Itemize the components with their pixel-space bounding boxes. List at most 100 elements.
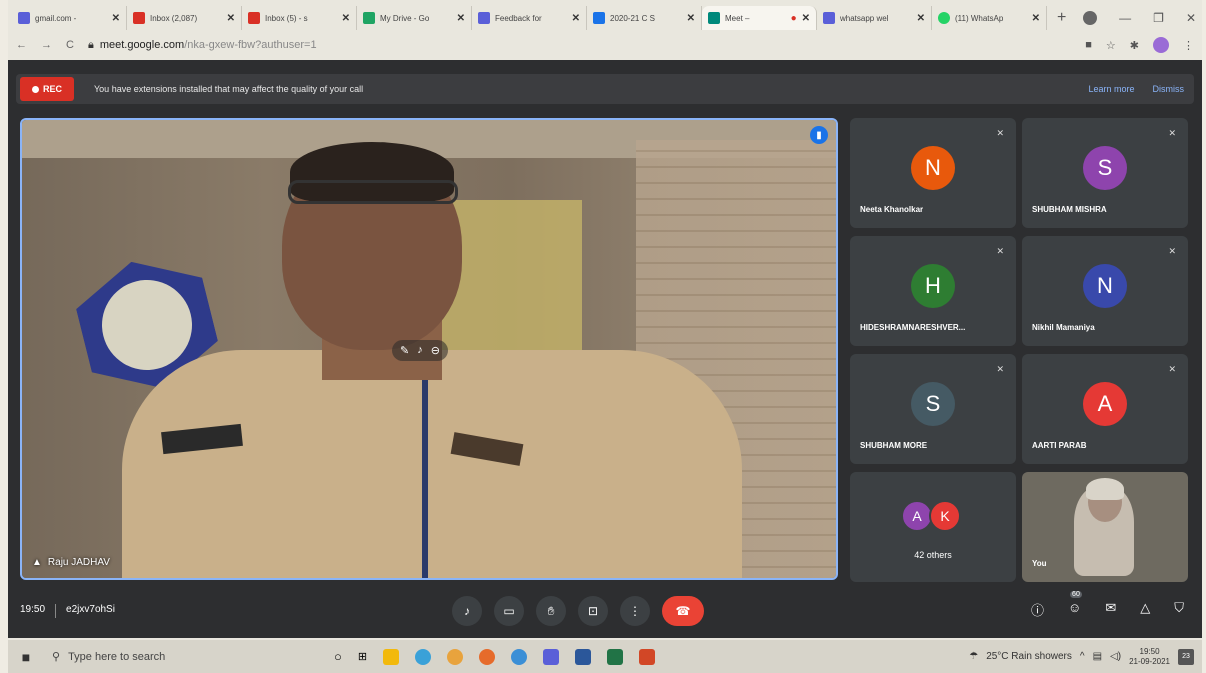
chat-icon[interactable]: ✉ — [1105, 600, 1116, 619]
raise-hand-button[interactable]: ✋︎ — [536, 596, 566, 626]
photos-icon[interactable] — [415, 648, 432, 665]
taskbar-search[interactable]: ⚲ Type here to search — [44, 644, 294, 670]
browser-tab[interactable]: 2020-21 C S ✕ — [587, 6, 702, 30]
activities-icon[interactable]: △ — [1140, 600, 1150, 619]
chrome-icon[interactable] — [447, 648, 464, 665]
browser-tab[interactable]: Inbox (5) - s ✕ — [242, 6, 357, 30]
people-icon: ☺ — [1068, 600, 1082, 615]
main-speaker-label: ▲ Raju JADHAV — [32, 557, 110, 568]
dismiss-button[interactable]: Dismiss — [1153, 84, 1185, 94]
star-icon[interactable]: ☆ — [1106, 39, 1116, 52]
close-icon[interactable]: ✕ — [112, 13, 120, 24]
present-screen-button[interactable]: ⊡ — [578, 596, 608, 626]
address-bar: ← → C 🔒︎ meet.google.com/nka-gxew-fbw?au… — [8, 32, 1202, 58]
profile-icon[interactable] — [1083, 11, 1098, 25]
others-tile[interactable]: A K 42 others — [850, 472, 1016, 582]
excel-icon[interactable] — [607, 648, 624, 665]
camera-indicator-icon[interactable]: ■ — [1085, 39, 1092, 51]
tray-chevron-icon[interactable]: ^ — [1080, 651, 1085, 662]
main-video-tile[interactable]: ✎ ♪ ⊖ ▮ ▲ Raju JADHAV — [20, 118, 838, 580]
self-video-tile[interactable]: You — [1022, 472, 1188, 582]
whatsapp-icon — [938, 12, 950, 24]
pin-icon[interactable]: ✎ — [400, 344, 409, 357]
windows-start-icon[interactable]: ■ — [8, 649, 44, 665]
url-field[interactable]: 🔒︎ meet.google.com/nka-gxew-fbw?authuser… — [88, 39, 317, 52]
extension-warning-banner: REC You have extensions installed that m… — [16, 74, 1194, 104]
browser-tab-active[interactable]: Meet – ● ✕ — [702, 6, 817, 30]
mic-icon[interactable]: ♪ — [417, 344, 423, 357]
browser-tab[interactable]: (11) WhatsAp ✕ — [932, 6, 1047, 30]
more-options-button[interactable]: ⋮ — [620, 596, 650, 626]
reload-icon[interactable]: C — [66, 39, 74, 51]
gmail-icon — [18, 12, 30, 24]
close-icon[interactable]: ✕ — [1032, 13, 1040, 24]
teams-icon[interactable] — [543, 648, 560, 665]
avatar: N — [911, 146, 955, 190]
cortana-icon[interactable]: ○ — [334, 649, 342, 664]
search-icon: ⚲ — [52, 651, 61, 663]
extensions-icon[interactable]: ✱ — [1130, 39, 1139, 52]
lock-icon: 🔒︎ — [87, 38, 94, 51]
menu-kebab-icon[interactable]: ⋮ — [1183, 39, 1194, 52]
task-view-icon[interactable]: ⊞ — [358, 650, 367, 663]
participant-tile[interactable]: ✕ N Nikhil Mamaniya — [1022, 236, 1188, 346]
forward-icon[interactable]: → — [41, 39, 52, 51]
muted-mic-icon: ✕ — [996, 364, 1004, 374]
powerpoint-icon[interactable] — [639, 648, 656, 665]
participant-tile[interactable]: ✕ A AARTI PARAB — [1022, 354, 1188, 464]
close-icon[interactable]: ✕ — [802, 13, 810, 24]
network-icon[interactable]: ▤ — [1093, 651, 1102, 662]
firefox-icon[interactable] — [479, 648, 496, 665]
participant-tile[interactable]: ✕ H HIDESHRAMNARESHVER... — [850, 236, 1016, 346]
host-controls-icon[interactable]: ⛉ — [1174, 600, 1184, 619]
participant-tile[interactable]: ✕ N Neeta Khanolkar — [850, 118, 1016, 228]
forms-icon — [478, 12, 490, 24]
minimize-icon[interactable]: — — [1119, 11, 1131, 25]
browser-tab[interactable]: My Drive - Go ✕ — [357, 6, 472, 30]
speaker-lanyard — [422, 360, 428, 578]
taskbar-clock[interactable]: 19:50 21-09-2021 — [1129, 647, 1170, 667]
avatar: S — [911, 382, 955, 426]
participant-tile[interactable]: ✕ S SHUBHAM MORE — [850, 354, 1016, 464]
close-icon[interactable]: ✕ — [227, 13, 235, 24]
weather-text[interactable]: 25°C Rain showers — [986, 651, 1072, 662]
notifications-icon[interactable]: 23 — [1178, 648, 1194, 665]
participant-tile[interactable]: ✕ S SHUBHAM MISHRA — [1022, 118, 1188, 228]
back-icon[interactable]: ← — [16, 39, 27, 51]
meeting-details: 19:50 e2jxv7ohSi — [20, 604, 115, 618]
meeting-time: 19:50 — [20, 604, 46, 615]
browser-actions: ■ ☆ ✱ ⋮ — [1085, 37, 1194, 53]
word-icon[interactable] — [575, 648, 592, 665]
account-avatar[interactable] — [1153, 37, 1169, 53]
meeting-controls: 19:50 e2jxv7ohSi ♪ ▭ ✋︎ ⊡ ⋮ ☎︎ ⓘ 60 ☺ ✉ … — [8, 590, 1202, 638]
close-icon[interactable]: ✕ — [917, 13, 925, 24]
browser-tab[interactable]: Feedback for ✕ — [472, 6, 587, 30]
person-icon: ▲ — [32, 557, 42, 568]
info-icon[interactable]: ⓘ — [1031, 600, 1044, 619]
people-count-badge: 60 — [1070, 591, 1082, 598]
browser-window: gmail.com - ✕ Inbox (2,087) ✕ Inbox (5) -… — [8, 0, 1202, 673]
close-icon[interactable]: ✕ — [572, 13, 580, 24]
close-window-icon[interactable]: ✕ — [1186, 11, 1196, 25]
window-controls: — ❐ ✕ — [1083, 4, 1196, 32]
close-icon[interactable]: ✕ — [342, 13, 350, 24]
call-controls: ♪ ▭ ✋︎ ⊡ ⋮ ☎︎ — [452, 596, 704, 626]
leave-call-button[interactable]: ☎︎ — [662, 596, 704, 626]
people-button[interactable]: 60 ☺ — [1068, 591, 1082, 619]
remove-icon[interactable]: ⊖ — [431, 344, 440, 357]
learn-more-link[interactable]: Learn more — [1088, 84, 1134, 94]
new-tab-button[interactable]: + — [1047, 9, 1076, 27]
close-icon[interactable]: ✕ — [687, 13, 695, 24]
side-panel-controls: ⓘ 60 ☺ ✉ △ ⛉ — [1031, 591, 1184, 619]
mic-toggle-button[interactable]: ♪ — [452, 596, 482, 626]
browser-tab[interactable]: Inbox (2,087) ✕ — [127, 6, 242, 30]
edge-icon[interactable] — [511, 648, 528, 665]
camera-toggle-button[interactable]: ▭ — [494, 596, 524, 626]
file-explorer-icon[interactable] — [383, 648, 400, 665]
browser-tab[interactable]: gmail.com - ✕ — [12, 6, 127, 30]
close-icon[interactable]: ✕ — [457, 13, 465, 24]
volume-icon[interactable]: ◁) — [1110, 651, 1121, 662]
maximize-icon[interactable]: ❐ — [1153, 11, 1164, 25]
windows-taskbar: ■ ⚲ Type here to search ○ ⊞ ☂ 25°C Rain … — [8, 640, 1202, 673]
browser-tab[interactable]: whatsapp wel ✕ — [817, 6, 932, 30]
